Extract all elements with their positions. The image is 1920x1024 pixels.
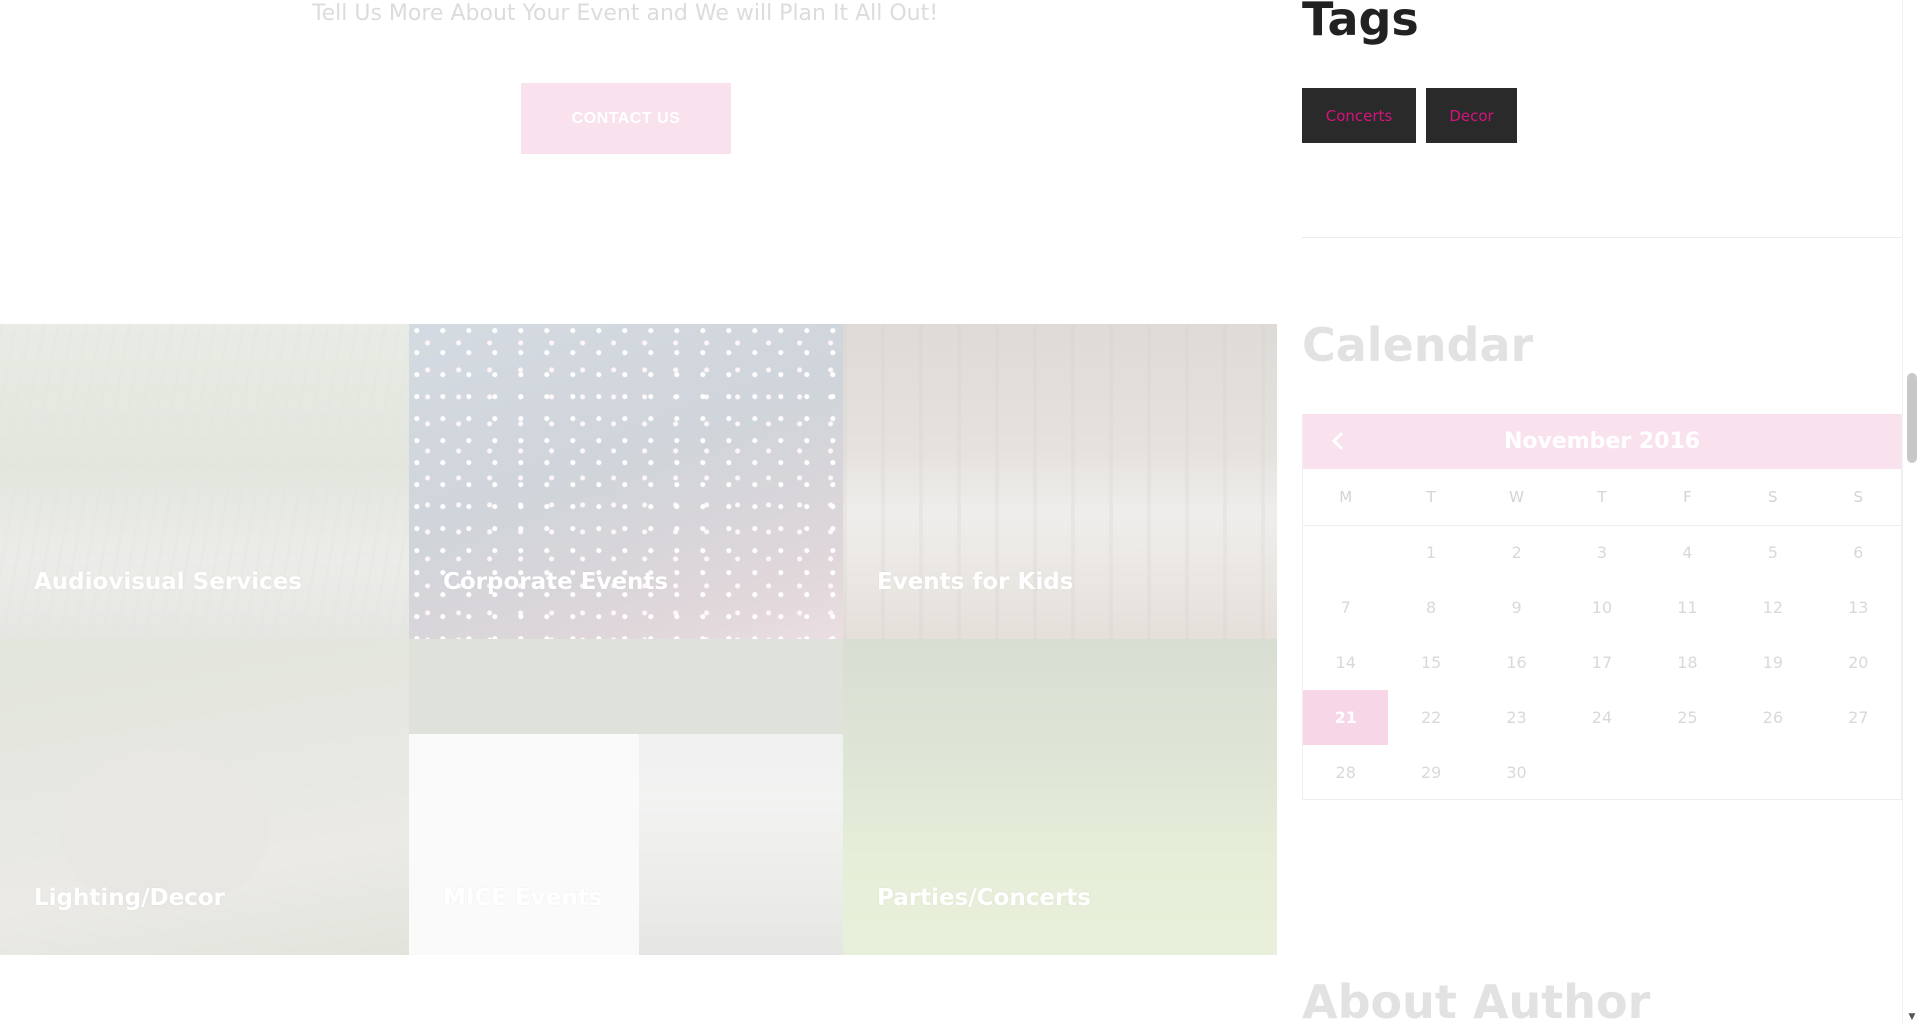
service-tile-parties[interactable]: Parties/Concerts <box>843 639 1277 955</box>
tag-decor[interactable]: Decor <box>1426 88 1517 143</box>
calendar-day[interactable]: 1 <box>1388 525 1473 580</box>
chevron-left-icon[interactable] <box>1323 424 1353 458</box>
calendar-empty-cell <box>1730 745 1815 800</box>
calendar-day[interactable]: 8 <box>1388 580 1473 635</box>
calendar-day[interactable]: 18 <box>1645 635 1730 690</box>
calendar-weekday: S <box>1815 469 1901 526</box>
calendar-weekday: M <box>1303 469 1389 526</box>
calendar-day[interactable]: 30 <box>1474 745 1559 800</box>
calendar-widget: November 2016 MTWTFSS 1 2 3 4 5 6 7 8 9 10 11 12 13 1… <box>1302 414 1902 800</box>
calendar-day[interactable]: 9 <box>1474 580 1559 635</box>
service-label: Audiovisual Services <box>34 569 302 595</box>
calendar-grid: MTWTFSS 1 2 3 4 5 6 7 8 9 10 11 12 13 14 15 16 17 18 19 20 2… <box>1303 469 1901 800</box>
calendar-day[interactable]: 22 <box>1388 690 1473 745</box>
service-label: Parties/Concerts <box>877 885 1091 911</box>
calendar-day[interactable]: 2 <box>1474 525 1559 580</box>
calendar-week: 28 29 30 <box>1303 745 1901 800</box>
calendar-day-today[interactable]: 21 <box>1303 690 1389 745</box>
calendar-day[interactable]: 7 <box>1303 580 1388 635</box>
service-tile-mice[interactable]: MICE Events <box>409 639 843 955</box>
sidebar-divider <box>1302 237 1902 238</box>
calendar-weekday: W <box>1473 469 1560 526</box>
page-scrollbar[interactable]: ▼ <box>1902 0 1920 1024</box>
calendar-weekday: T <box>1559 469 1645 526</box>
service-label: Events for Kids <box>877 569 1074 595</box>
calendar-weekday: F <box>1644 469 1731 526</box>
calendar-weekday: S <box>1730 469 1816 526</box>
calendar-empty-cell <box>1645 745 1730 800</box>
tags-heading: Tags <box>1302 0 1419 46</box>
scroll-down-arrow-icon[interactable]: ▼ <box>1907 1012 1917 1022</box>
scrollbar-thumb[interactable] <box>1907 373 1917 463</box>
calendar-day[interactable]: 28 <box>1303 745 1388 800</box>
service-label: Corporate Events <box>443 569 669 595</box>
calendar-day[interactable]: 6 <box>1816 525 1901 580</box>
calendar-weekday: T <box>1388 469 1474 526</box>
calendar-day[interactable]: 4 <box>1645 525 1730 580</box>
calendar-day[interactable]: 15 <box>1388 635 1473 690</box>
calendar-day[interactable]: 25 <box>1645 690 1730 745</box>
calendar-day[interactable]: 26 <box>1730 690 1815 745</box>
service-tile-lighting[interactable]: Lighting/Decor <box>0 639 409 955</box>
calendar-day[interactable]: 23 <box>1474 690 1559 745</box>
service-label: Lighting/Decor <box>34 885 225 911</box>
tag-concerts[interactable]: Concerts <box>1302 88 1416 143</box>
calendar-header: November 2016 <box>1303 414 1901 469</box>
calendar-month: November 2016 <box>1503 429 1701 454</box>
service-tile-corporate[interactable]: Corporate Events <box>409 324 843 639</box>
calendar-day[interactable]: 29 <box>1388 745 1473 800</box>
services-grid: Audiovisual Services Corporate Events Ev… <box>0 324 1277 955</box>
service-tile-audiovisual[interactable]: Audiovisual Services <box>0 324 409 639</box>
calendar-empty-cell <box>1559 745 1644 800</box>
calendar-day[interactable]: 5 <box>1730 525 1815 580</box>
calendar-day[interactable]: 16 <box>1474 635 1559 690</box>
calendar-week: 21 22 23 24 25 26 27 <box>1303 690 1901 745</box>
calendar-week: 7 8 9 10 11 12 13 <box>1303 580 1901 635</box>
hero-tagline: Tell Us More About Your Event and We wil… <box>311 1 939 26</box>
calendar-day[interactable]: 14 <box>1303 635 1388 690</box>
about-author-heading: About Author <box>1302 975 1651 1024</box>
calendar-day[interactable]: 19 <box>1730 635 1815 690</box>
calendar-day[interactable]: 12 <box>1730 580 1815 635</box>
calendar-day[interactable]: 3 <box>1559 525 1644 580</box>
calendar-week: 123456 <box>1303 525 1901 580</box>
calendar-day[interactable]: 11 <box>1645 580 1730 635</box>
calendar-day[interactable]: 27 <box>1816 690 1901 745</box>
calendar-week: 14 15 16 17 18 19 20 <box>1303 635 1901 690</box>
calendar-day[interactable]: 13 <box>1816 580 1901 635</box>
contact-us-button[interactable]: CONTACT US <box>521 83 731 154</box>
calendar-day[interactable]: 10 <box>1559 580 1644 635</box>
calendar-day[interactable]: 24 <box>1559 690 1644 745</box>
calendar-day[interactable]: 20 <box>1816 635 1901 690</box>
calendar-heading: Calendar <box>1302 318 1534 372</box>
calendar-day[interactable]: 17 <box>1559 635 1644 690</box>
calendar-empty-cell <box>1816 745 1901 800</box>
service-label: MICE Events <box>443 885 603 911</box>
calendar-empty-cell <box>1303 525 1388 580</box>
service-tile-kids[interactable]: Events for Kids <box>843 324 1277 639</box>
